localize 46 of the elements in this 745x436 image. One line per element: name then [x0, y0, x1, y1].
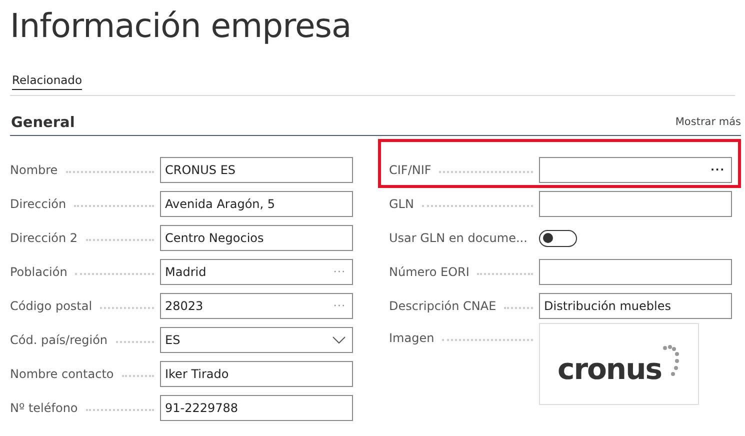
chevron-down-icon — [332, 336, 346, 344]
dropdown-field[interactable]: ES — [160, 327, 353, 353]
field-value: Madrid — [165, 265, 206, 279]
company-logo: cronus — [539, 323, 699, 405]
input-field[interactable]: 28023 ··· — [160, 293, 353, 319]
leader-line — [116, 341, 154, 343]
leader-line — [122, 375, 154, 377]
field-value: ES — [165, 333, 180, 347]
field-label: Imagen — [389, 331, 434, 345]
show-more-link[interactable]: Mostrar más — [675, 116, 741, 131]
input-field[interactable]: Avenida Aragón, 5 — [160, 191, 353, 217]
field-label: Dirección — [10, 197, 66, 211]
section-title: General — [11, 115, 75, 131]
action-tab[interactable]: Relacionado — [12, 73, 82, 90]
input-field[interactable]: Distribución muebles — [539, 293, 732, 319]
field-label: Nombre contacto — [10, 367, 114, 381]
leader-line — [504, 307, 533, 309]
field-label: Descripción CNAE — [389, 299, 496, 313]
lookup-button[interactable]: ··· — [333, 300, 346, 312]
page-title: Información empresa — [10, 5, 352, 47]
lookup-button[interactable]: ··· — [710, 164, 725, 176]
field-label: GLN — [389, 197, 414, 211]
field-value: 28023 — [165, 299, 204, 313]
input-field[interactable]: ··· — [539, 157, 732, 183]
field-label: Nº teléfono — [10, 401, 78, 415]
field-label: Dirección 2 — [10, 231, 78, 245]
input-field[interactable] — [539, 259, 732, 285]
toggle-switch[interactable] — [539, 230, 577, 246]
field-label: Cód. país/región — [10, 333, 108, 347]
field-label: CIF/NIF — [389, 163, 432, 177]
input-field[interactable] — [539, 191, 732, 217]
input-field[interactable]: 91-2229788 — [160, 395, 353, 421]
leader-line — [477, 273, 533, 275]
leader-line — [86, 409, 154, 411]
leader-line — [86, 239, 154, 241]
field-label: Población — [10, 265, 68, 279]
field-label: Nombre — [10, 163, 58, 177]
lookup-button[interactable]: ··· — [333, 266, 346, 278]
field-label: Número EORI — [389, 265, 470, 279]
input-field[interactable]: CRONUS ES — [160, 157, 353, 183]
input-field[interactable]: Madrid ··· — [160, 259, 353, 285]
input-field[interactable]: Iker Tirado — [160, 361, 353, 387]
input-field[interactable]: Centro Negocios — [160, 225, 353, 251]
field-label: Usar GLN en docume... — [389, 231, 528, 245]
field-label: Código postal — [10, 299, 92, 313]
leader-line — [100, 307, 154, 309]
